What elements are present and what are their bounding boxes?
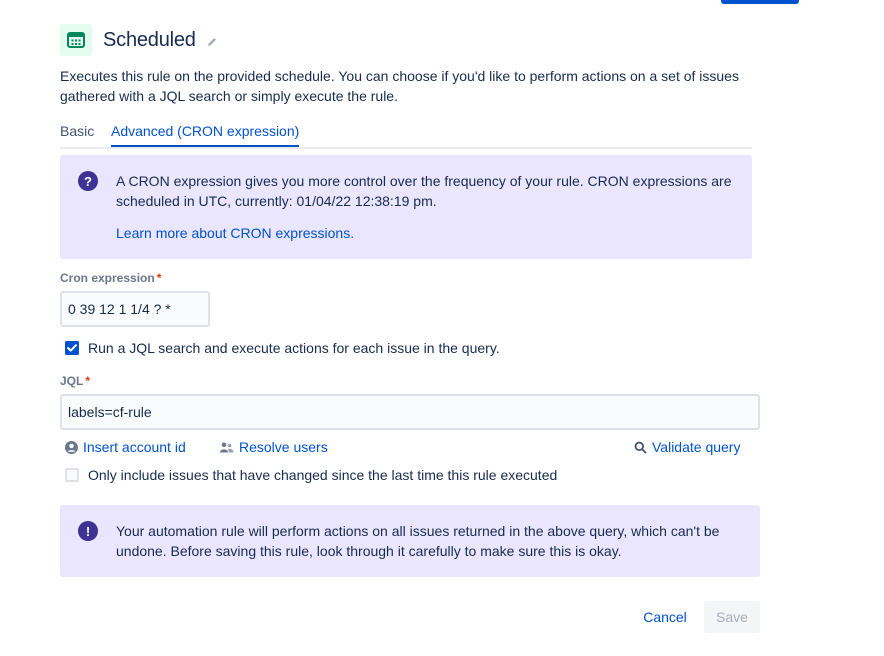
only-changed-checkbox[interactable] [65, 468, 79, 482]
trigger-header: Scheduled [60, 24, 218, 56]
exclamation-icon: ! [78, 521, 98, 541]
only-changed-checkbox-label: Only include issues that have changed si… [88, 467, 558, 483]
pencil-icon[interactable] [206, 36, 218, 48]
page-title: Scheduled [103, 28, 196, 51]
jql-input[interactable]: labels=cf-rule [60, 394, 760, 430]
people-icon [219, 442, 234, 452]
run-jql-checkbox-row[interactable]: Run a JQL search and execute actions for… [65, 340, 500, 356]
resolve-users-link[interactable]: Resolve users [219, 439, 328, 455]
cron-expression-label: Cron expression * [60, 271, 162, 285]
user-icon [65, 440, 78, 454]
cron-info-text: A CRON expression gives you more control… [116, 173, 732, 209]
validate-query-link[interactable]: Validate query [634, 439, 740, 455]
tab-basic[interactable]: Basic [60, 121, 94, 141]
warning-panel: ! Your automation rule will perform acti… [60, 505, 760, 577]
cron-info-panel: ? A CRON expression gives you more contr… [60, 155, 752, 259]
calendar-icon [60, 24, 92, 56]
tab-bar: Basic Advanced (CRON expression) [60, 121, 752, 149]
search-icon [634, 441, 647, 453]
learn-more-cron-link[interactable]: Learn more about CRON expressions. [116, 223, 354, 243]
insert-account-id-link[interactable]: Insert account id [65, 439, 186, 455]
required-mark: * [85, 374, 91, 388]
run-jql-checkbox-label: Run a JQL search and execute actions for… [88, 340, 500, 356]
save-button[interactable]: Save [704, 601, 760, 633]
required-mark: * [156, 271, 162, 285]
trigger-description: Executes this rule on the provided sched… [60, 68, 739, 104]
jql-label: JQL * [60, 374, 91, 388]
top-primary-button-edge[interactable] [721, 0, 799, 4]
warning-text: Your automation rule will perform action… [116, 523, 720, 559]
run-jql-checkbox[interactable] [65, 341, 79, 355]
question-icon: ? [78, 171, 98, 191]
tab-advanced-cron[interactable]: Advanced (CRON expression) [111, 121, 300, 147]
cron-expression-input[interactable]: 0 39 12 1 1/4 ? * [60, 291, 210, 327]
cancel-button[interactable]: Cancel [636, 601, 694, 633]
only-changed-checkbox-row[interactable]: Only include issues that have changed si… [65, 467, 557, 483]
